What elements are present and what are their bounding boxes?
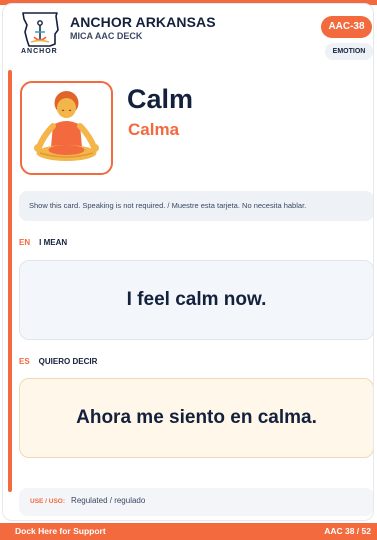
card-title-spanish: Calma <box>128 120 180 139</box>
english-phrase-box[interactable]: I feel calm now. <box>19 260 373 340</box>
english-label: I MEAN <box>39 238 68 247</box>
card-code-badge: AAC-38 <box>321 16 372 38</box>
card-title-english: Calm <box>127 84 194 114</box>
spanish-code: ES <box>19 357 30 366</box>
category-badge: EMOTION <box>325 43 373 60</box>
logo-wordmark: ANCHOR <box>21 48 58 55</box>
left-accent-rail <box>8 70 12 492</box>
english-phrase: I feel calm now. <box>126 289 267 310</box>
card-image-frame <box>20 81 113 175</box>
person-in-lotus-position-icon <box>34 91 99 161</box>
deck-name: MICA AAC DECK <box>70 31 143 41</box>
card-progress: AAC 38 / 52 <box>324 526 371 536</box>
spanish-phrase-box[interactable]: Ahora me siento en calma. <box>19 378 373 458</box>
spanish-label: QUIERO DECIR <box>38 357 98 366</box>
spanish-phrase: Ahora me siento en calma. <box>76 407 317 428</box>
aac-card: ANCHOR ANCHOR ARKANSAS MICA AAC DECK AAC… <box>2 3 374 521</box>
org-name: ANCHOR ARKANSAS <box>70 14 216 30</box>
english-section-label: EN I MEAN <box>19 238 67 247</box>
instruction-notice: Show this card. Speaking is not required… <box>19 191 373 221</box>
support-dock-link[interactable]: Dock Here for Support <box>15 523 106 540</box>
english-code: EN <box>19 238 31 247</box>
usage-label: USE / USO: <box>30 498 66 505</box>
spanish-section-label: ES QUIERO DECIR <box>19 357 97 366</box>
usage-row: USE / USO: Regulated / regulado <box>19 488 373 516</box>
footer-bar: Dock Here for Support AAC 38 / 52 <box>0 523 377 540</box>
usage-value: Regulated / regulado <box>71 496 146 505</box>
